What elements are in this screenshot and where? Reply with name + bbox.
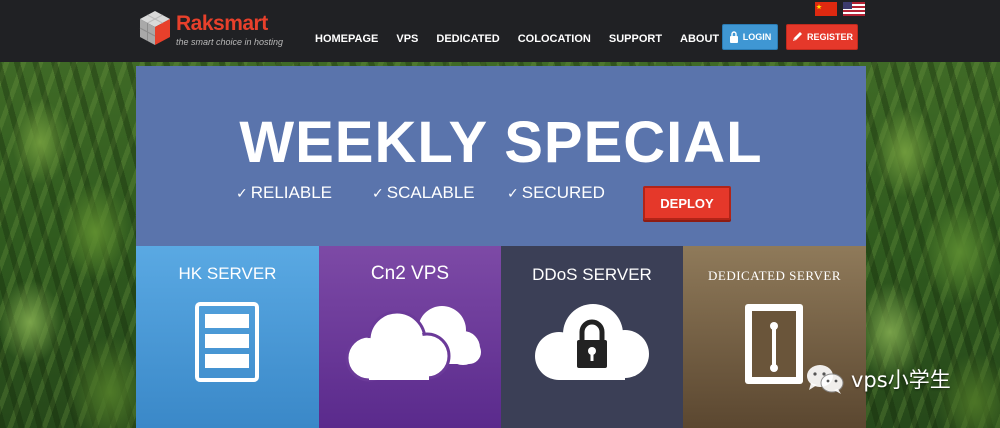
china-flag-icon[interactable] (815, 2, 837, 16)
tile-hk-server[interactable]: HK SERVER (136, 246, 319, 428)
tile-title: DDoS SERVER (532, 265, 652, 284)
watermark-text: vps小学生 (851, 368, 951, 392)
nav-homepage[interactable]: HOMEPAGE (315, 33, 378, 49)
nav-about[interactable]: ABOUT (680, 33, 719, 49)
hero-title: WEEKLY SPECIAL (239, 110, 763, 175)
wechat-icon (807, 365, 844, 394)
brand-logo[interactable]: Raksmart the smart choice in hosting (136, 9, 286, 51)
top-navbar: Raksmart the smart choice in hosting HOM… (0, 0, 1000, 62)
login-button[interactable]: LOGIN (722, 24, 778, 50)
check-icon: ✓ (236, 184, 248, 201)
tile-cn2-vps[interactable]: Cn2 VPS (319, 246, 501, 428)
brand-name: Raksmart (176, 12, 268, 35)
cloud-lock-icon (535, 304, 649, 380)
register-label: REGISTER (806, 32, 853, 42)
feature-scalable: ✓ SCALABLE (372, 183, 475, 203)
tile-title: Cn2 VPS (370, 263, 450, 284)
wechat-watermark: vps小学生 (805, 362, 951, 396)
deploy-button[interactable]: DEPLOY (643, 186, 731, 220)
brand-tagline: the smart choice in hosting (176, 37, 284, 47)
dedicated-server-icon (745, 304, 803, 384)
nav-vps[interactable]: VPS (396, 33, 418, 49)
register-button[interactable]: REGISTER (786, 24, 858, 50)
feature-reliable: ✓ RELIABLE (236, 183, 332, 203)
feature-secured: ✓ SECURED (507, 183, 605, 203)
feature-label: RELIABLE (250, 183, 332, 202)
tile-title: DEDICATED SERVER (708, 268, 841, 283)
nav-dedicated[interactable]: DEDICATED (436, 33, 499, 49)
weekly-special-banner: WEEKLY SPECIAL ✓ RELIABLE ✓ SCALABLE ✓ S… (136, 66, 866, 246)
cube-logo-icon (139, 11, 170, 45)
tile-title: HK SERVER (178, 264, 277, 283)
nav-support[interactable]: SUPPORT (609, 33, 662, 49)
feature-label: SCALABLE (386, 183, 475, 202)
check-icon: ✓ (507, 184, 519, 201)
server-rack-icon (195, 302, 259, 382)
tile-dedicated-server[interactable]: DEDICATED SERVER (683, 246, 866, 428)
lock-icon (729, 31, 738, 43)
main-nav: HOMEPAGE VPS DEDICATED COLOCATION SUPPOR… (315, 33, 737, 49)
feature-label: SECURED (521, 183, 605, 202)
nav-colocation[interactable]: COLOCATION (518, 33, 591, 49)
pencil-icon (792, 32, 802, 41)
us-flag-icon[interactable] (843, 2, 865, 16)
tile-ddos-server[interactable]: DDoS SERVER (501, 246, 683, 428)
login-label: LOGIN (742, 32, 772, 42)
check-icon: ✓ (372, 184, 384, 201)
cloud-icon (345, 306, 481, 382)
